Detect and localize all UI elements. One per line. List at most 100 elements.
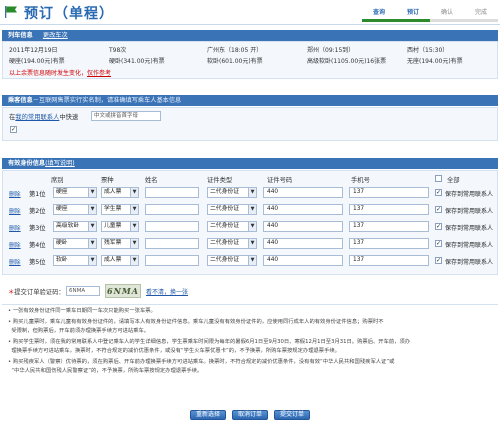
row-order: 第2位 <box>29 208 46 215</box>
note-item: 受限制，但购票后，开车前须办理换票手续方可进站乘车。 <box>11 328 150 334</box>
save-contact-checkbox[interactable]: ✓ <box>435 240 442 247</box>
save-contact-label: 保存到常用联系人 <box>445 191 494 198</box>
seat-select[interactable]: 软卧 ▼ <box>53 255 97 266</box>
notes-panel: • 一张有效身份证件同一乘车日期同一车次只能购买一张车票。 • 购买儿童票时，乘… <box>2 304 498 402</box>
train-section-title: 列车信息 <box>8 32 33 39</box>
col-name: 姓名 <box>145 177 158 184</box>
delete-row-link[interactable]: 删除 <box>9 257 21 266</box>
page-title: 预订（单程） <box>24 6 114 22</box>
save-contact-label: 保存到常用联系人 <box>445 259 494 266</box>
fare-soft-sleeper: 软卧(601.00元)有票 <box>207 58 263 65</box>
ticket-select[interactable]: 儿童票 ▼ <box>101 221 139 232</box>
save-contact-checkbox[interactable]: ✓ <box>435 189 442 196</box>
ticket-select[interactable]: 残军票 ▼ <box>101 238 139 249</box>
progress-bar <box>362 19 498 22</box>
id-number-input[interactable]: 440 <box>263 204 343 215</box>
seat-select[interactable]: 硬座 ▼ <box>53 187 97 198</box>
col-phone: 手机号 <box>351 177 370 184</box>
reset-button[interactable]: 重新选择 <box>190 410 226 420</box>
note-item: • 一张有效身份证件同一乘车日期同一车次只能购买一张车票。 <box>8 308 156 314</box>
name-input[interactable] <box>145 238 199 249</box>
name-input[interactable] <box>145 255 199 266</box>
table-row: 删除 第3位 高级软卧 ▼ 儿童票 ▼ 二代身份证 ▼ 440 137 ✓ 保存到常用… <box>3 219 499 236</box>
table-row: 删除 第5位 软卧 ▼ 成人票 ▼ 二代身份证 ▼ 440 137 ✓ 保存到常用联系… <box>3 253 499 270</box>
travel-date: 2011年12月19日 <box>9 47 58 54</box>
fare-no-seat: 无座(194.00元)有票 <box>407 58 463 65</box>
contacts-panel: 在我的常用联系人中快速 中文或拼音首字母 ✓ <box>2 107 498 141</box>
fill-instructions-link[interactable]: (填写说明) <box>45 160 75 167</box>
train-section-header: 列车信息 更改车次 <box>2 30 498 41</box>
row-order: 第4位 <box>29 242 46 249</box>
reference-link[interactable]: 仅作参考 <box>87 70 111 77</box>
cancel-order-button[interactable]: 取消订单 <box>232 410 268 420</box>
id-type-select[interactable]: 二代身份证 ▼ <box>207 221 257 232</box>
row-order: 第3位 <box>29 225 46 232</box>
col-ticket: 票种 <box>101 177 114 184</box>
seat-select[interactable]: 硬卧 ▼ <box>53 238 97 249</box>
save-contact-label: 保存到常用联系人 <box>445 208 494 215</box>
availability-notice: 以上余票信息随时发生变化，仅作参考 <box>9 70 112 77</box>
id-type-select[interactable]: 二代身份证 ▼ <box>207 187 257 198</box>
row-order: 第1位 <box>29 191 46 198</box>
id-section-title: 有效身份信息 <box>8 160 46 167</box>
contact-checkbox[interactable]: ✓ <box>10 126 17 133</box>
id-type-select[interactable]: 二代身份证 ▼ <box>207 255 257 266</box>
id-type-select[interactable]: 二代身份证 ▼ <box>207 204 257 215</box>
captcha-row: ＊提交订单验证码： 6NMA 6NMA 看不清，换一张 <box>2 281 498 303</box>
note-item: • 购买学生票时，须在我的常用联系人中登记乘车人的学生详细信息，学生票乘车时间限… <box>8 339 411 345</box>
id-number-input[interactable]: 440 <box>263 238 343 249</box>
train-number: T98次 <box>109 47 127 54</box>
note-item: 理换票手续方可进站乘车，换票时，不符合规定的减价优惠条件，或没有“学生火车票优惠… <box>11 348 340 354</box>
captcha-input[interactable]: 6NMA <box>66 286 100 296</box>
save-contact-label: 保存到常用联系人 <box>445 242 494 249</box>
contacts-label: 在我的常用联系人中快速 <box>9 114 79 121</box>
col-seat: 席别 <box>51 177 64 184</box>
name-input[interactable] <box>145 187 199 198</box>
phone-input[interactable]: 137 <box>349 204 429 215</box>
phone-input[interactable]: 137 <box>349 255 429 266</box>
table-row: 删除 第2位 硬座 ▼ 学生票 ▼ 二代身份证 ▼ 440 137 ✓ 保存到常用联系… <box>3 202 499 219</box>
departure-station: 广州东（18:05 开） <box>207 47 263 54</box>
captcha-label: ＊提交订单验证码： <box>8 289 65 296</box>
phone-input[interactable]: 137 <box>349 238 429 249</box>
delete-row-link[interactable]: 删除 <box>9 240 21 249</box>
id-section-header: 有效身份信息(填写说明) <box>2 158 498 169</box>
note-item: • 购买残疾军人（警察）优待票的，须在购票后、开车前办理换票手续方可进站乘车。换… <box>8 359 395 365</box>
col-id-no: 证件号码 <box>267 177 293 184</box>
flag-icon <box>5 6 17 18</box>
name-input[interactable] <box>145 221 199 232</box>
id-number-input[interactable]: 440 <box>263 221 343 232</box>
via-station: 郑州（09:15到） <box>307 47 355 54</box>
passenger-table: 席别 票种 姓名 证件类型 证件号码 手机号 全部 删除 第1位 硬座 ▼ 成人票… <box>2 170 498 275</box>
captcha-image[interactable]: 6NMA <box>105 284 141 298</box>
fare-hard-sleeper: 硬卧(341.00元)有票 <box>109 58 165 65</box>
seat-select[interactable]: 硬座 ▼ <box>53 204 97 215</box>
ticket-select[interactable]: 成人票 ▼ <box>101 255 139 266</box>
save-contact-checkbox[interactable]: ✓ <box>435 206 442 213</box>
ticket-select[interactable]: 学生票 ▼ <box>101 204 139 215</box>
delete-row-link[interactable]: 删除 <box>9 206 21 215</box>
col-id-type: 证件类型 <box>207 177 233 184</box>
change-train-link[interactable]: 更改车次 <box>43 32 68 39</box>
contact-search-input[interactable]: 中文或拼音首字母 <box>91 111 161 121</box>
ticket-select[interactable]: 成人票 ▼ <box>101 187 139 198</box>
delete-row-link[interactable]: 删除 <box>9 189 21 198</box>
my-contacts-link[interactable]: 我的常用联系人 <box>15 114 59 121</box>
fare-deluxe-sleeper: 高级软卧(1105.00元)16张票 <box>307 58 387 65</box>
table-row: 删除 第4位 硬卧 ▼ 残军票 ▼ 二代身份证 ▼ 440 137 ✓ 保存到常用联系… <box>3 236 499 253</box>
refresh-captcha-link[interactable]: 看不清，换一张 <box>146 287 188 296</box>
phone-input[interactable]: 137 <box>349 221 429 232</box>
submit-order-button[interactable]: 提交订单 <box>274 410 310 420</box>
name-input[interactable] <box>145 204 199 215</box>
id-number-input[interactable]: 440 <box>263 187 343 198</box>
select-all-checkbox[interactable] <box>435 175 442 182</box>
save-contact-checkbox[interactable]: ✓ <box>435 257 442 264</box>
phone-input[interactable]: 137 <box>349 187 429 198</box>
passenger-section-title: 乘客信息 <box>8 97 33 104</box>
seat-select[interactable]: 高级软卧 ▼ <box>53 221 97 232</box>
table-row: 删除 第1位 硬座 ▼ 成人票 ▼ 二代身份证 ▼ 440 137 ✓ 保存到常用联系… <box>3 185 499 202</box>
id-number-input[interactable]: 440 <box>263 255 343 266</box>
id-type-select[interactable]: 二代身份证 ▼ <box>207 238 257 249</box>
save-contact-checkbox[interactable]: ✓ <box>435 223 442 230</box>
delete-row-link[interactable]: 删除 <box>9 223 21 232</box>
